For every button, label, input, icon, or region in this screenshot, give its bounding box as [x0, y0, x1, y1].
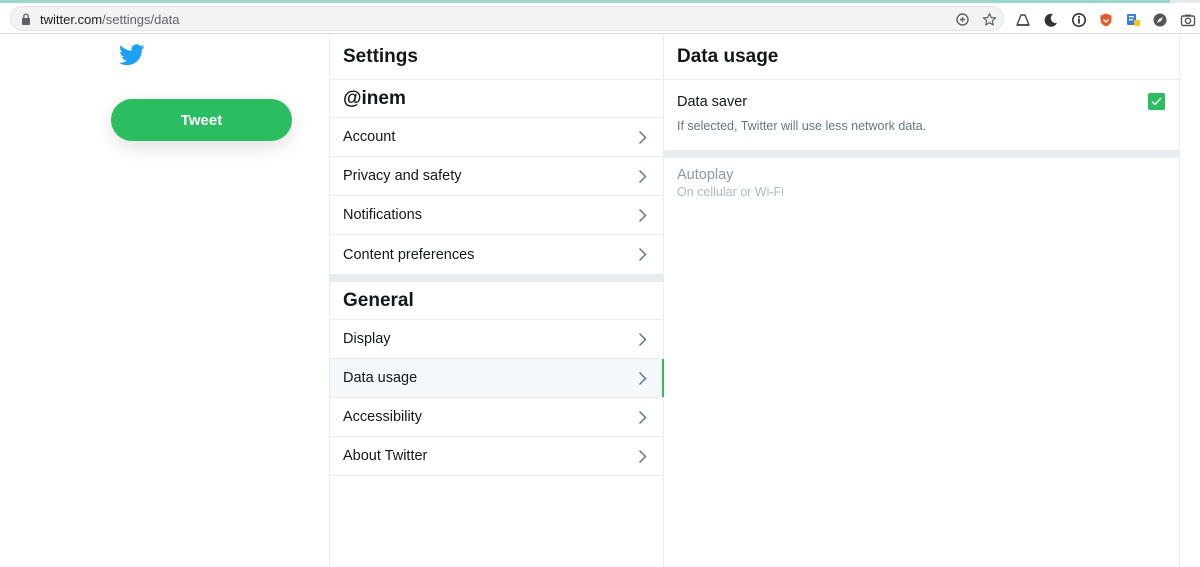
autoplay-value: On cellular or Wi-Fi	[677, 185, 784, 199]
moon-icon[interactable]	[1043, 12, 1059, 28]
settings-item-about-twitter[interactable]: About Twitter	[330, 437, 663, 476]
settings-item-data-usage[interactable]: Data usage	[330, 359, 664, 398]
camera-icon[interactable]	[1180, 12, 1196, 28]
url-path: /settings/data	[102, 12, 180, 27]
chevron-right-icon	[638, 371, 647, 386]
settings-item-notifications[interactable]: Notifications	[330, 196, 663, 235]
settings-item-display[interactable]: Display	[330, 320, 663, 359]
data-usage-column: Data usage Data saver If selected, Twitt…	[664, 35, 1180, 567]
info-icon[interactable]	[1071, 12, 1087, 28]
settings-item-label: Display	[343, 331, 391, 347]
data-saver-option[interactable]: Data saver If selected, Twitter will use…	[664, 80, 1179, 150]
settings-item-label: About Twitter	[343, 448, 428, 464]
address-bar[interactable]: twitter.com/settings/data	[10, 6, 1004, 31]
autoplay-label: Autoplay	[677, 167, 734, 183]
checkmark-icon	[1151, 97, 1162, 106]
lock-icon[interactable]	[21, 13, 31, 25]
settings-item-label: Account	[343, 129, 396, 145]
shield-extension-icon[interactable]	[1098, 12, 1114, 28]
chevron-right-icon	[638, 130, 647, 145]
chevron-right-icon	[638, 410, 647, 425]
tweet-button[interactable]: Tweet	[111, 99, 292, 141]
data-usage-title: Data usage	[664, 35, 1179, 80]
settings-item-label: Privacy and safety	[343, 168, 462, 184]
settings-column: Settings @inem Account Privacy and safet…	[329, 35, 664, 567]
settings-item-privacy[interactable]: Privacy and safety	[330, 157, 663, 196]
data-saver-checkbox[interactable]	[1148, 93, 1165, 110]
autoplay-option: Autoplay On cellular or Wi-Fi	[664, 158, 1179, 199]
section-divider	[330, 274, 663, 282]
url-text[interactable]: twitter.com/settings/data	[40, 12, 179, 27]
settings-item-label: Accessibility	[343, 409, 422, 425]
zoom-icon[interactable]	[955, 12, 970, 27]
settings-item-accessibility[interactable]: Accessibility	[330, 398, 663, 437]
browser-toolbar: twitter.com/settings/data	[0, 3, 1200, 34]
puzzle-extension-icon[interactable]	[1125, 12, 1141, 28]
chevron-right-icon	[638, 332, 647, 347]
option-divider	[664, 150, 1179, 158]
data-saver-description: If selected, Twitter will use less netwo…	[677, 119, 927, 133]
settings-title: Settings	[330, 35, 663, 80]
url-host: twitter.com	[40, 12, 103, 27]
general-section-header: General	[330, 282, 663, 320]
settings-item-label: Content preferences	[343, 246, 475, 263]
settings-item-label: Notifications	[343, 207, 422, 223]
chevron-right-icon	[638, 449, 647, 464]
cast-icon[interactable]	[1015, 12, 1031, 28]
compass-icon[interactable]	[1152, 12, 1168, 28]
chevron-right-icon	[638, 169, 647, 184]
settings-item-label: Data usage	[343, 370, 418, 386]
account-section-header: @inem	[330, 80, 663, 118]
twitter-bird-icon[interactable]	[119, 44, 145, 66]
data-saver-label: Data saver	[677, 94, 748, 110]
chevron-right-icon	[638, 247, 647, 262]
star-icon[interactable]	[982, 12, 997, 27]
settings-item-account[interactable]: Account	[330, 118, 663, 157]
chevron-right-icon	[638, 208, 647, 223]
settings-item-content-preferences[interactable]: Content preferences	[330, 235, 663, 274]
